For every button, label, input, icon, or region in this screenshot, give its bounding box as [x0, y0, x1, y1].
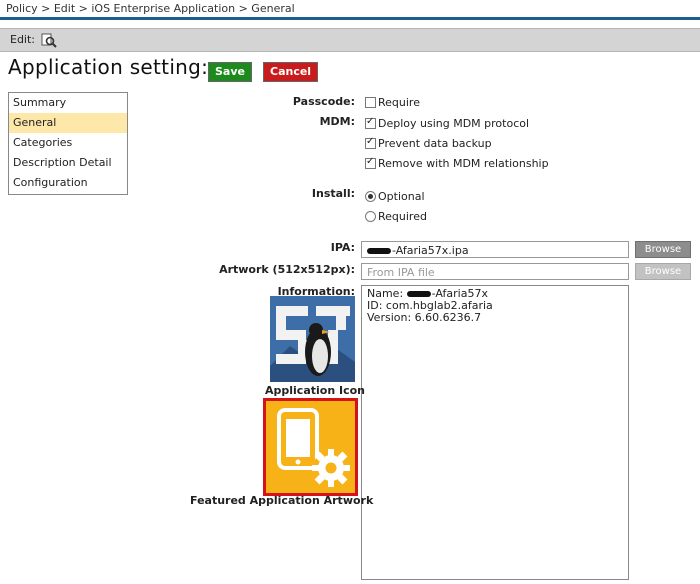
mdm-prevent-backup-label: Prevent data backup: [378, 137, 492, 150]
magnifier-edit-icon[interactable]: [41, 32, 57, 48]
info-version: Version: 6.60.6236.7: [367, 311, 482, 324]
install-label: Install:: [311, 187, 355, 200]
install-required-label: Required: [378, 210, 427, 223]
install-optional-label: Optional: [378, 190, 425, 203]
ipa-value: -Afaria57x.ipa: [392, 244, 469, 257]
cancel-button[interactable]: Cancel: [263, 62, 319, 82]
nav-item-description-detail[interactable]: Description Detail: [9, 153, 127, 173]
information-box: Name: -Afaria57x ID: com.hbglab2.afaria …: [361, 285, 629, 580]
passcode-require-checkbox[interactable]: [365, 97, 376, 108]
save-button[interactable]: Save: [208, 62, 252, 82]
ipa-field[interactable]: -Afaria57x.ipa: [361, 241, 629, 258]
passcode-require-label: Require: [378, 96, 420, 109]
mdm-deploy-checkbox[interactable]: [365, 116, 376, 129]
featured-artwork-frame: [263, 398, 358, 496]
breadcrumb: Policy > Edit > iOS Enterprise Applicati…: [6, 2, 295, 15]
mdm-prevent-backup-checkbox[interactable]: [365, 136, 376, 149]
nav-item-configuration[interactable]: Configuration: [9, 173, 127, 193]
install-required-radio[interactable]: [365, 211, 376, 222]
edit-label: Edit:: [10, 33, 36, 46]
redacted-text: [367, 248, 391, 254]
ipa-browse-button[interactable]: Browse: [635, 241, 691, 258]
mdm-label: MDM:: [319, 115, 355, 128]
application-icon-image: [270, 296, 355, 382]
mdm-remove-label: Remove with MDM relationship: [378, 157, 549, 170]
passcode-label: Passcode:: [292, 95, 355, 108]
page-title: Application setting:: [8, 55, 209, 79]
artwork-browse-button: Browse: [635, 263, 691, 280]
edit-bar: Edit:: [0, 28, 700, 52]
featured-artwork-caption: Featured Application Artwork: [190, 494, 374, 507]
nav-item-summary[interactable]: Summary: [9, 93, 127, 113]
mdm-remove-checkbox[interactable]: [365, 156, 376, 169]
artwork-label: Artwork (512x512px):: [219, 263, 355, 276]
ipa-label: IPA:: [330, 241, 355, 254]
redacted-text: [406, 291, 431, 297]
install-optional-radio[interactable]: [365, 191, 376, 202]
penguin-app-icon: [270, 296, 355, 382]
mdm-deploy-label: Deploy using MDM protocol: [378, 117, 530, 130]
device-settings-icon: [277, 408, 350, 487]
nav-item-categories[interactable]: Categories: [9, 133, 127, 153]
artwork-field[interactable]: From IPA file: [361, 263, 629, 280]
header-rule: [0, 17, 700, 20]
settings-nav: Summary General Categories Description D…: [8, 92, 128, 195]
application-icon-caption: Application Icon: [265, 384, 365, 397]
nav-item-general[interactable]: General: [9, 113, 127, 133]
